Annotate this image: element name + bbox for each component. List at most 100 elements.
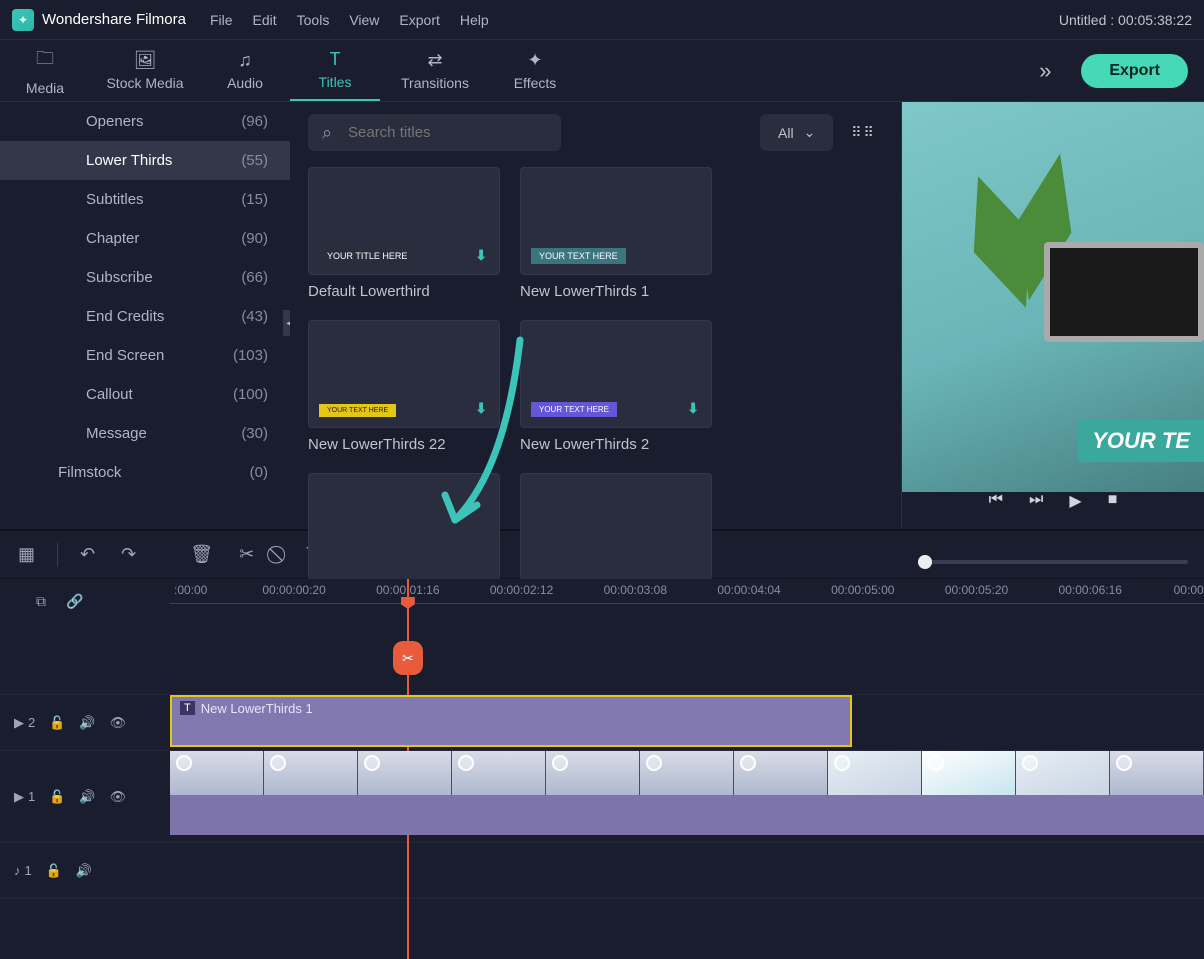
sidebar-item-end-credits[interactable]: End Credits (43) xyxy=(0,297,290,336)
sidebar-item-message[interactable]: Message (30) xyxy=(0,414,290,453)
video-clip[interactable] xyxy=(170,751,1204,835)
lock-icon[interactable]: 🔓 xyxy=(49,789,65,805)
mute-icon[interactable]: 🔊 xyxy=(79,789,95,805)
mute-icon[interactable]: 🔊 xyxy=(76,863,92,879)
title-clip[interactable]: T New LowerThirds 1 xyxy=(170,695,852,747)
track-spacer xyxy=(0,623,1204,695)
play-button[interactable]: ▶ xyxy=(1069,491,1081,511)
visibility-icon[interactable]: 👁 xyxy=(110,789,127,805)
cat-count: (90) xyxy=(241,230,268,247)
stop-button[interactable]: ■ xyxy=(1108,491,1118,511)
track-video-1: ▶1 🔓 🔊 👁 xyxy=(0,751,1204,843)
menu-file[interactable]: File xyxy=(210,12,233,28)
cat-label: Openers xyxy=(86,113,144,130)
gallery-item[interactable] xyxy=(520,473,712,581)
cat-label: Lower Thirds xyxy=(86,152,172,169)
ruler-mark: 00:00:05:00 xyxy=(831,583,894,597)
more-tabs-button[interactable]: » xyxy=(1025,58,1065,84)
preview-controls: ⏮ ⏭ ▶ ■ xyxy=(902,491,1204,511)
sidebar-item-lower-thirds[interactable]: Lower Thirds (55) xyxy=(0,141,290,180)
delete-button[interactable]: 🗑 xyxy=(186,540,217,569)
tab-label: Audio xyxy=(227,75,263,91)
sidebar-item-subscribe[interactable]: Subscribe (66) xyxy=(0,258,290,297)
link-icon[interactable]: 🔗 xyxy=(66,593,83,610)
gallery-item[interactable]: YOUR TEXT HERE ⬇ New LowerThirds 2 xyxy=(520,320,712,453)
sidebar-item-chapter[interactable]: Chapter (90) xyxy=(0,219,290,258)
sidebar-item-filmstock[interactable]: Filmstock (0) xyxy=(0,453,290,492)
ruler-mark: 00:00:05:20 xyxy=(945,583,1008,597)
grid-view-button[interactable]: ⠿⠿ xyxy=(845,118,882,147)
sidebar-item-subtitles[interactable]: Subtitles (15) xyxy=(0,180,290,219)
gallery-item[interactable]: YOUR TITLE HERE ⬇ Default Lowerthird xyxy=(308,167,500,300)
cat-label: Callout xyxy=(86,386,133,403)
undo-button[interactable]: ↶ xyxy=(76,540,99,569)
redo-button[interactable]: ↷ xyxy=(117,540,140,569)
track-type-icon: ♪1 xyxy=(14,863,32,878)
cat-count: (43) xyxy=(241,308,268,325)
preview-panel: YOUR TE ⏮ ⏭ ▶ ■ xyxy=(901,102,1204,529)
search-input[interactable] xyxy=(308,114,561,151)
app-logo-icon xyxy=(12,9,34,31)
timeline-ruler[interactable]: :00:00 00:00:00:20 00:00:01:16 00:00:02:… xyxy=(170,579,1204,623)
tab-audio[interactable]: ♫ Audio xyxy=(200,40,290,101)
track-type-icon: ▶2 xyxy=(14,715,35,731)
preview-slider[interactable] xyxy=(918,560,1188,564)
cat-label: End Credits xyxy=(86,308,164,325)
prohibit-icon[interactable]: ⃠ xyxy=(276,540,284,569)
visibility-icon[interactable]: 👁 xyxy=(110,715,127,731)
layout-icon[interactable]: ▦ xyxy=(14,540,39,569)
export-button[interactable]: Export xyxy=(1081,54,1188,88)
lock-icon[interactable]: 🔓 xyxy=(49,715,65,731)
lock-icon[interactable]: 🔓 xyxy=(46,863,62,879)
menu-edit[interactable]: Edit xyxy=(253,12,277,28)
monitor-decoration xyxy=(1044,242,1204,342)
cat-count: (55) xyxy=(241,152,268,169)
mute-icon[interactable]: 🔊 xyxy=(79,715,95,731)
cat-count: (30) xyxy=(241,425,268,442)
preview-viewport[interactable]: YOUR TE xyxy=(902,102,1204,492)
cut-button[interactable]: ✂ xyxy=(235,540,258,569)
cat-label: Filmstock xyxy=(58,464,121,481)
cat-count: (0) xyxy=(250,464,268,481)
download-icon[interactable]: ⬇ xyxy=(475,247,487,264)
download-icon[interactable]: ⬇ xyxy=(475,400,487,417)
menu-tools[interactable]: Tools xyxy=(297,12,330,28)
thumb-text: YOUR TEXT HERE xyxy=(531,248,626,264)
cat-count: (103) xyxy=(233,347,268,364)
gallery-item[interactable]: YOUR TEXT HERE New LowerThirds 1 xyxy=(520,167,712,300)
gallery-item[interactable]: YOUR TEXT HERE ⬇ New LowerThirds 22 xyxy=(308,320,500,453)
main-area: Openers (96) Lower Thirds (55) Subtitles… xyxy=(0,102,1204,529)
filter-dropdown[interactable]: All ⌄ xyxy=(760,114,833,151)
tab-media[interactable]: 🗀 Media xyxy=(0,40,90,101)
cat-count: (15) xyxy=(241,191,268,208)
sidebar-item-callout[interactable]: Callout (100) xyxy=(0,375,290,414)
image-icon: 🖼 xyxy=(134,50,157,71)
prev-frame-button[interactable]: ⏮ xyxy=(989,491,1003,511)
next-frame-button[interactable]: ⏭ xyxy=(1029,491,1043,511)
item-title: New LowerThirds 22 xyxy=(308,436,500,453)
thumb-text: YOUR TEXT HERE xyxy=(319,404,396,417)
menu-view[interactable]: View xyxy=(349,12,379,28)
cat-label: Message xyxy=(86,425,147,442)
tab-titles[interactable]: T Titles xyxy=(290,40,380,101)
menu-export[interactable]: Export xyxy=(399,12,439,28)
main-tabs: 🗀 Media 🖼 Stock Media ♫ Audio T Titles ⇄… xyxy=(0,40,1204,102)
category-sidebar: Openers (96) Lower Thirds (55) Subtitles… xyxy=(0,102,290,529)
tab-stock-media[interactable]: 🖼 Stock Media xyxy=(90,40,200,101)
menu-help[interactable]: Help xyxy=(460,12,489,28)
cat-count: (66) xyxy=(241,269,268,286)
effects-icon: ✦ xyxy=(527,50,542,71)
sidebar-item-end-screen[interactable]: End Screen (103) xyxy=(0,336,290,375)
cat-label: Chapter xyxy=(86,230,139,247)
cat-label: Subscribe xyxy=(86,269,153,286)
sidebar-item-openers[interactable]: Openers (96) xyxy=(0,102,290,141)
gallery-item[interactable] xyxy=(308,473,500,581)
ruler-mark: 00:00:0 xyxy=(1174,583,1204,597)
tab-transitions[interactable]: ⇄ Transitions xyxy=(380,40,490,101)
track-audio-1: ♪1 🔓 🔊 xyxy=(0,843,1204,899)
download-icon[interactable]: ⬇ xyxy=(687,400,699,417)
ruler-row: ⧉ 🔗 :00:00 00:00:00:20 00:00:01:16 00:00… xyxy=(0,579,1204,623)
tab-effects[interactable]: ✦ Effects xyxy=(490,40,580,101)
lower-third-overlay: YOUR TE xyxy=(1078,420,1204,462)
duplicate-icon[interactable]: ⧉ xyxy=(36,593,46,610)
